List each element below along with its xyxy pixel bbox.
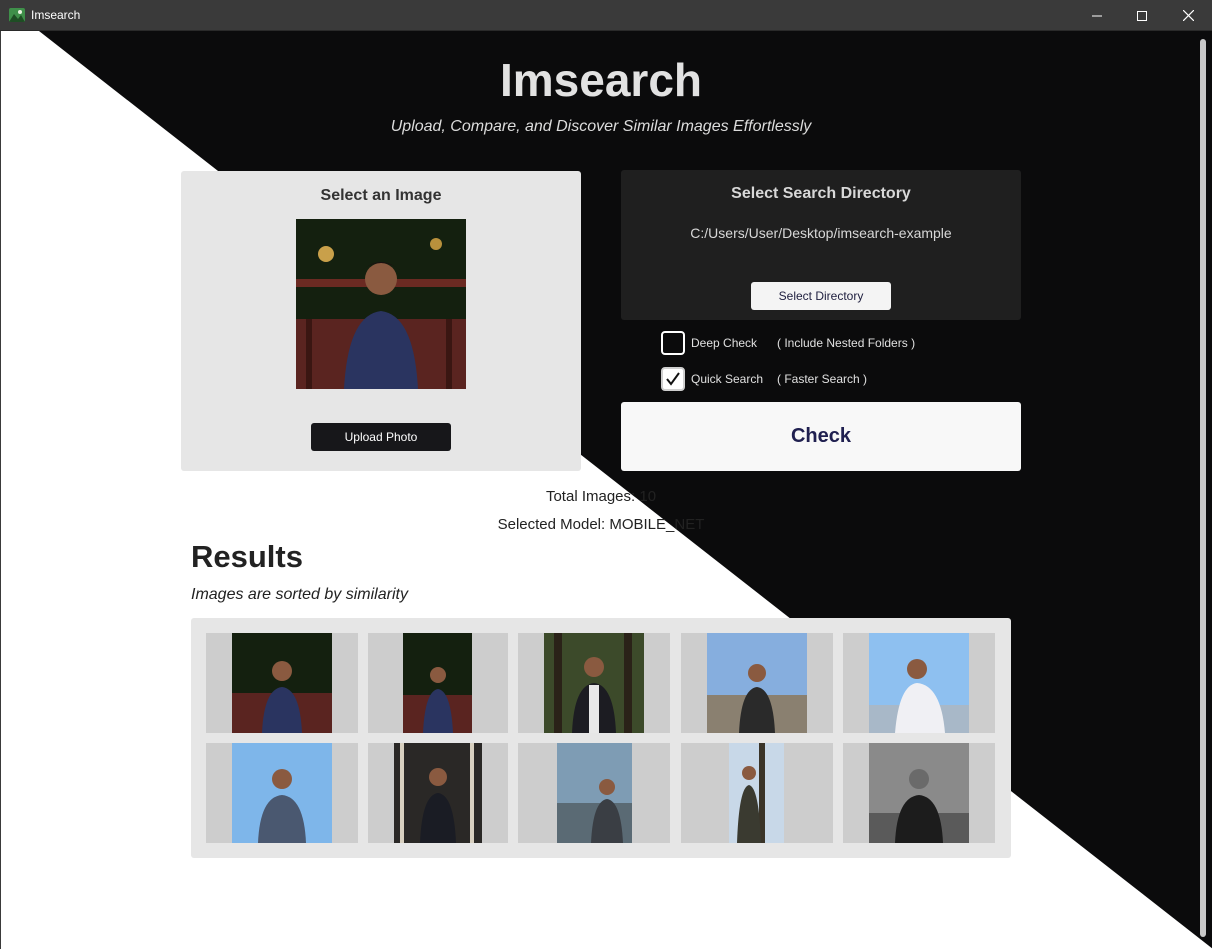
result-thumbnail bbox=[544, 633, 644, 733]
result-image-2[interactable] bbox=[368, 633, 508, 733]
close-button[interactable] bbox=[1165, 0, 1211, 31]
result-image-5[interactable] bbox=[843, 633, 995, 733]
directory-panel-heading: Select Search Directory bbox=[731, 185, 911, 202]
minimize-button[interactable] bbox=[1074, 0, 1120, 31]
check-button[interactable]: Check bbox=[621, 402, 1021, 471]
window-titlebar: Imsearch bbox=[0, 0, 1212, 31]
result-thumbnail bbox=[394, 743, 482, 843]
app-canvas: Imsearch Upload, Compare, and Discover S… bbox=[0, 31, 1212, 949]
directory-path: C:/Users/User/Desktop/imsearch-example bbox=[690, 225, 952, 241]
app-logo-icon bbox=[9, 8, 25, 22]
close-icon bbox=[1182, 10, 1194, 21]
result-image-3[interactable] bbox=[518, 633, 670, 733]
total-images-text: Total Images: 10 bbox=[545, 488, 657, 505]
maximize-button[interactable] bbox=[1119, 0, 1165, 31]
results-subtitle: Images are sorted by similarity bbox=[191, 586, 408, 603]
result-image-4[interactable] bbox=[681, 633, 833, 733]
app-title: Imsearch bbox=[499, 54, 702, 106]
result-thumbnail bbox=[232, 633, 332, 733]
image-select-panel: Select an Image Upload Photo bbox=[181, 171, 581, 471]
result-thumbnail bbox=[869, 743, 969, 843]
app-subtitle: Upload, Compare, and Discover Similar Im… bbox=[390, 118, 812, 135]
result-thumbnail bbox=[707, 633, 807, 733]
deep-check-label: Deep Check bbox=[691, 336, 758, 350]
quick-search-checkbox[interactable] bbox=[661, 367, 685, 391]
directory-select-panel: Select Search Directory C:/Users/User/De… bbox=[621, 170, 1021, 320]
result-image-7[interactable] bbox=[368, 743, 508, 843]
maximize-icon bbox=[1137, 10, 1147, 21]
result-image-6[interactable] bbox=[206, 743, 358, 843]
selected-image-preview bbox=[296, 219, 466, 389]
result-thumbnail bbox=[232, 743, 332, 843]
result-thumbnail bbox=[557, 743, 632, 843]
image-panel-heading: Select an Image bbox=[320, 187, 442, 204]
window-title: Imsearch bbox=[31, 8, 81, 22]
result-thumbnail bbox=[729, 743, 784, 843]
quick-search-hint: ( Faster Search ) bbox=[777, 372, 868, 386]
result-thumbnail bbox=[403, 633, 472, 733]
result-image-9[interactable] bbox=[681, 743, 833, 843]
quick-search-label: Quick Search bbox=[691, 372, 764, 386]
deep-check-hint: ( Include Nested Folders ) bbox=[777, 336, 916, 350]
selected-model-text: Selected Model: MOBILE_NET bbox=[497, 516, 705, 533]
upload-photo-button[interactable]: Upload Photo bbox=[311, 423, 451, 451]
result-thumbnail bbox=[869, 633, 969, 733]
checkmark-icon bbox=[666, 372, 680, 386]
results-title: Results bbox=[191, 539, 303, 574]
result-image-10[interactable] bbox=[843, 743, 995, 843]
deep-check-checkbox[interactable] bbox=[661, 331, 685, 355]
results-grid bbox=[191, 618, 1011, 858]
result-image-1[interactable] bbox=[206, 633, 358, 733]
minimize-icon bbox=[1092, 15, 1102, 16]
select-directory-button[interactable]: Select Directory bbox=[751, 282, 891, 310]
result-image-8[interactable] bbox=[518, 743, 670, 843]
